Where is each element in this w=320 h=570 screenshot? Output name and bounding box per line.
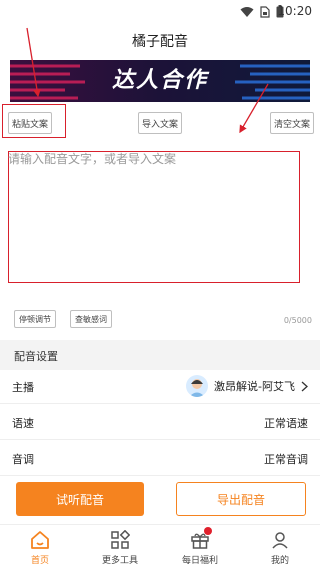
speed-label: 语速 <box>12 417 34 430</box>
anchor-name: 激昂解说-阿艾飞 <box>214 380 295 393</box>
nav-item-home[interactable]: 首页 <box>0 529 80 566</box>
character-counter: 0/5000 <box>283 316 312 325</box>
page-title: 橘子配音 <box>132 34 188 50</box>
nav-item-welfare[interactable]: 每日福利 <box>160 527 240 566</box>
home-icon <box>31 531 49 549</box>
voice-settings-header: 配音设置 <box>0 340 320 370</box>
settings-row-speed[interactable]: 语速 正常语速 <box>0 406 320 440</box>
nav-label-profile: 我的 <box>270 556 289 566</box>
tools-icon <box>111 530 130 549</box>
settings-row-pitch[interactable]: 音调 正常音调 <box>0 442 320 476</box>
annotation-box-paste <box>2 104 66 138</box>
nav-label-home: 首页 <box>30 556 49 566</box>
bottom-nav: 首页 更多工具 每日福利 我的 <box>0 524 320 570</box>
pitch-label: 音调 <box>12 453 34 466</box>
script-text-input[interactable]: 请输入配音文字，或者导入文案 <box>8 146 312 306</box>
anchor-avatar <box>186 375 209 397</box>
status-time: 10:20 <box>277 4 312 18</box>
notification-dot <box>204 527 212 535</box>
settings-row-anchor[interactable]: 主播 激昂解说-阿艾飞 <box>0 370 320 404</box>
section-title: 配音设置 <box>14 350 58 363</box>
clear-text-button[interactable]: 清空文案 <box>270 112 314 134</box>
speed-value: 正常语速 <box>264 417 308 430</box>
title-bar: 橘子配音 <box>0 24 320 60</box>
pitch-value: 正常音调 <box>264 453 308 466</box>
promo-banner[interactable]: 达人合作 <box>10 60 310 102</box>
anchor-value[interactable]: 激昂解说-阿艾飞 <box>186 375 308 397</box>
chevron-right-icon <box>301 381 308 391</box>
script-input-placeholder: 请输入配音文字，或者导入文案 <box>8 152 177 166</box>
pause-adjust-button[interactable]: 停顿调节 <box>14 310 56 328</box>
export-dubbing-button[interactable]: 导出配音 <box>176 482 306 516</box>
sim-icon <box>260 5 270 18</box>
import-text-button[interactable]: 导入文案 <box>138 112 182 134</box>
nav-label-tools: 更多工具 <box>101 556 138 566</box>
profile-icon <box>272 532 288 549</box>
nav-item-tools[interactable]: 更多工具 <box>80 529 160 566</box>
nav-item-profile[interactable]: 我的 <box>240 529 320 566</box>
sensitive-word-check-button[interactable]: 查敏感词 <box>70 310 112 328</box>
banner-text: 达人合作 <box>111 68 208 93</box>
nav-label-welfare: 每日福利 <box>181 556 218 566</box>
preview-dubbing-button[interactable]: 试听配音 <box>16 482 144 516</box>
anchor-label: 主播 <box>12 381 34 394</box>
status-bar: 10:20 <box>0 0 320 24</box>
wifi-icon <box>240 6 254 17</box>
